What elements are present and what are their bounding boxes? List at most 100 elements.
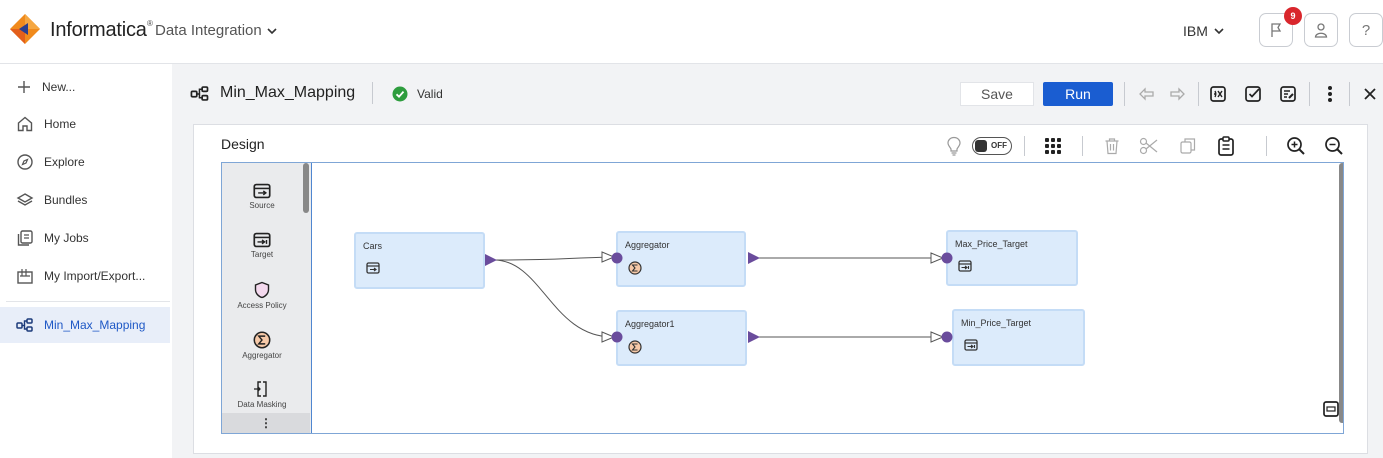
sidebar: New... Home Explore Bundles My Jobs My I…: [0, 64, 172, 458]
tips-button[interactable]: [942, 134, 966, 158]
palette-more-button[interactable]: ⋮: [222, 413, 310, 433]
sidebar-item-import-export[interactable]: My Import/Export...: [0, 258, 170, 294]
validate-button[interactable]: [1241, 82, 1265, 106]
node-aggregator[interactable]: Aggregator: [616, 231, 746, 287]
link-cars-aggregator1: [493, 259, 615, 338]
source-icon: [366, 262, 380, 274]
palette-scrollbar[interactable]: [303, 163, 309, 213]
palette-item-aggregator[interactable]: Aggregator: [222, 331, 302, 360]
undo-icon: [1139, 87, 1154, 101]
cut-button[interactable]: [1137, 134, 1161, 158]
product-name: Data Integration: [155, 22, 262, 39]
node-aggregator1[interactable]: Aggregator1: [616, 310, 747, 366]
divider: [1266, 136, 1267, 156]
run-button[interactable]: Run: [1043, 82, 1113, 106]
properties-button[interactable]: [1276, 82, 1300, 106]
divider: [1124, 82, 1125, 106]
help-icon: ?: [1361, 21, 1371, 39]
input-port[interactable]: [611, 252, 623, 264]
validation-label: Valid: [417, 87, 443, 101]
mapping-icon: [190, 85, 209, 101]
home-icon: [17, 116, 33, 132]
more-actions-button[interactable]: [1318, 82, 1342, 106]
mapping-title: Min_Max_Mapping: [190, 84, 355, 102]
auto-layout-toggle[interactable]: OFF: [972, 137, 1012, 155]
zoom-in-button[interactable]: [1284, 134, 1308, 158]
target-icon: [964, 339, 978, 351]
output-port[interactable]: [747, 330, 761, 344]
flag-icon: [1271, 23, 1282, 37]
palette-label: Access Policy: [237, 301, 287, 310]
import-export-icon: [17, 269, 33, 284]
plus-icon: [18, 81, 30, 93]
toggle-label: OFF: [991, 141, 1007, 150]
paste-button[interactable]: [1214, 134, 1238, 158]
link-cars-aggregator: [493, 256, 615, 261]
node-cars[interactable]: Cars: [354, 232, 485, 289]
delete-button[interactable]: [1100, 134, 1124, 158]
validate-icon: [1245, 86, 1261, 102]
save-button[interactable]: Save: [960, 82, 1034, 106]
user-profile-button[interactable]: [1304, 13, 1338, 47]
node-max-price-target[interactable]: Max_Price_Target: [946, 230, 1078, 286]
sidebar-item-new[interactable]: New...: [0, 69, 170, 105]
node-label: Max_Price_Target: [955, 239, 1028, 249]
minimap-icon[interactable]: [1323, 401, 1339, 417]
top-bar: Informatica ® Data Integration IBM 9 ?: [0, 0, 1383, 64]
scissors-icon: [1139, 137, 1158, 155]
sidebar-item-min-max-mapping[interactable]: Min_Max_Mapping: [0, 307, 170, 343]
target-icon: [253, 232, 271, 248]
zoom-out-button[interactable]: [1322, 134, 1346, 158]
aggregator-icon: [253, 331, 271, 349]
parameters-button[interactable]: [1206, 82, 1230, 106]
org-switcher[interactable]: IBM: [1183, 23, 1224, 39]
data-masking-icon: [254, 381, 267, 397]
redo-icon: [1170, 87, 1185, 101]
source-icon: [253, 183, 271, 199]
input-port[interactable]: [611, 331, 623, 343]
palette-item-data-masking[interactable]: Data Masking: [222, 380, 302, 409]
informatica-logo: [10, 14, 40, 44]
palette-label: Aggregator: [242, 351, 282, 360]
palette-item-target[interactable]: Target: [222, 232, 302, 259]
sidebar-divider: [6, 301, 170, 302]
sidebar-item-explore[interactable]: Explore: [0, 144, 170, 180]
palette-label: Data Masking: [237, 400, 287, 409]
node-label: Aggregator1: [625, 319, 675, 329]
divider: [1024, 136, 1025, 156]
palette-item-source[interactable]: Source: [222, 183, 302, 210]
sidebar-item-my-jobs[interactable]: My Jobs: [0, 220, 170, 256]
help-button[interactable]: ?: [1349, 13, 1383, 47]
arrange-all-button[interactable]: [1041, 134, 1065, 158]
product-switcher[interactable]: Data Integration: [155, 22, 277, 39]
palette-item-access-policy[interactable]: Access Policy: [222, 281, 302, 310]
output-port[interactable]: [747, 251, 761, 265]
user-icon: [1314, 23, 1328, 38]
close-button[interactable]: [1358, 82, 1382, 106]
palette-label: Source: [249, 201, 275, 210]
output-port[interactable]: [484, 253, 498, 267]
copy-icon: [1180, 138, 1196, 154]
sidebar-item-home[interactable]: Home: [0, 106, 170, 142]
sidebar-item-label: My Import/Export...: [44, 269, 146, 283]
redo-button[interactable]: [1165, 82, 1189, 106]
notification-badge: 9: [1284, 7, 1302, 25]
toggle-knob: [975, 140, 987, 152]
divider: [1082, 136, 1083, 156]
palette-label: Target: [250, 250, 274, 259]
validation-status: Valid: [392, 86, 443, 102]
input-port[interactable]: [941, 331, 953, 343]
sidebar-item-label: Home: [44, 117, 77, 131]
input-port[interactable]: [941, 252, 953, 264]
sidebar-item-label: Bundles: [44, 193, 88, 207]
undo-button[interactable]: [1135, 82, 1159, 106]
design-panel: Design OFF Cars Aggregator Aggregator1 M…: [193, 124, 1368, 454]
trash-icon: [1105, 138, 1119, 155]
canvas-scrollbar[interactable]: [1339, 163, 1343, 423]
aggregator-icon: [628, 261, 642, 275]
mapping-canvas[interactable]: Cars Aggregator Aggregator1 Max_Price_Ta…: [221, 162, 1344, 434]
mapping-icon: [16, 318, 33, 332]
node-min-price-target[interactable]: Min_Price_Target: [952, 309, 1085, 366]
copy-button[interactable]: [1176, 134, 1200, 158]
sidebar-item-bundles[interactable]: Bundles: [0, 182, 170, 218]
